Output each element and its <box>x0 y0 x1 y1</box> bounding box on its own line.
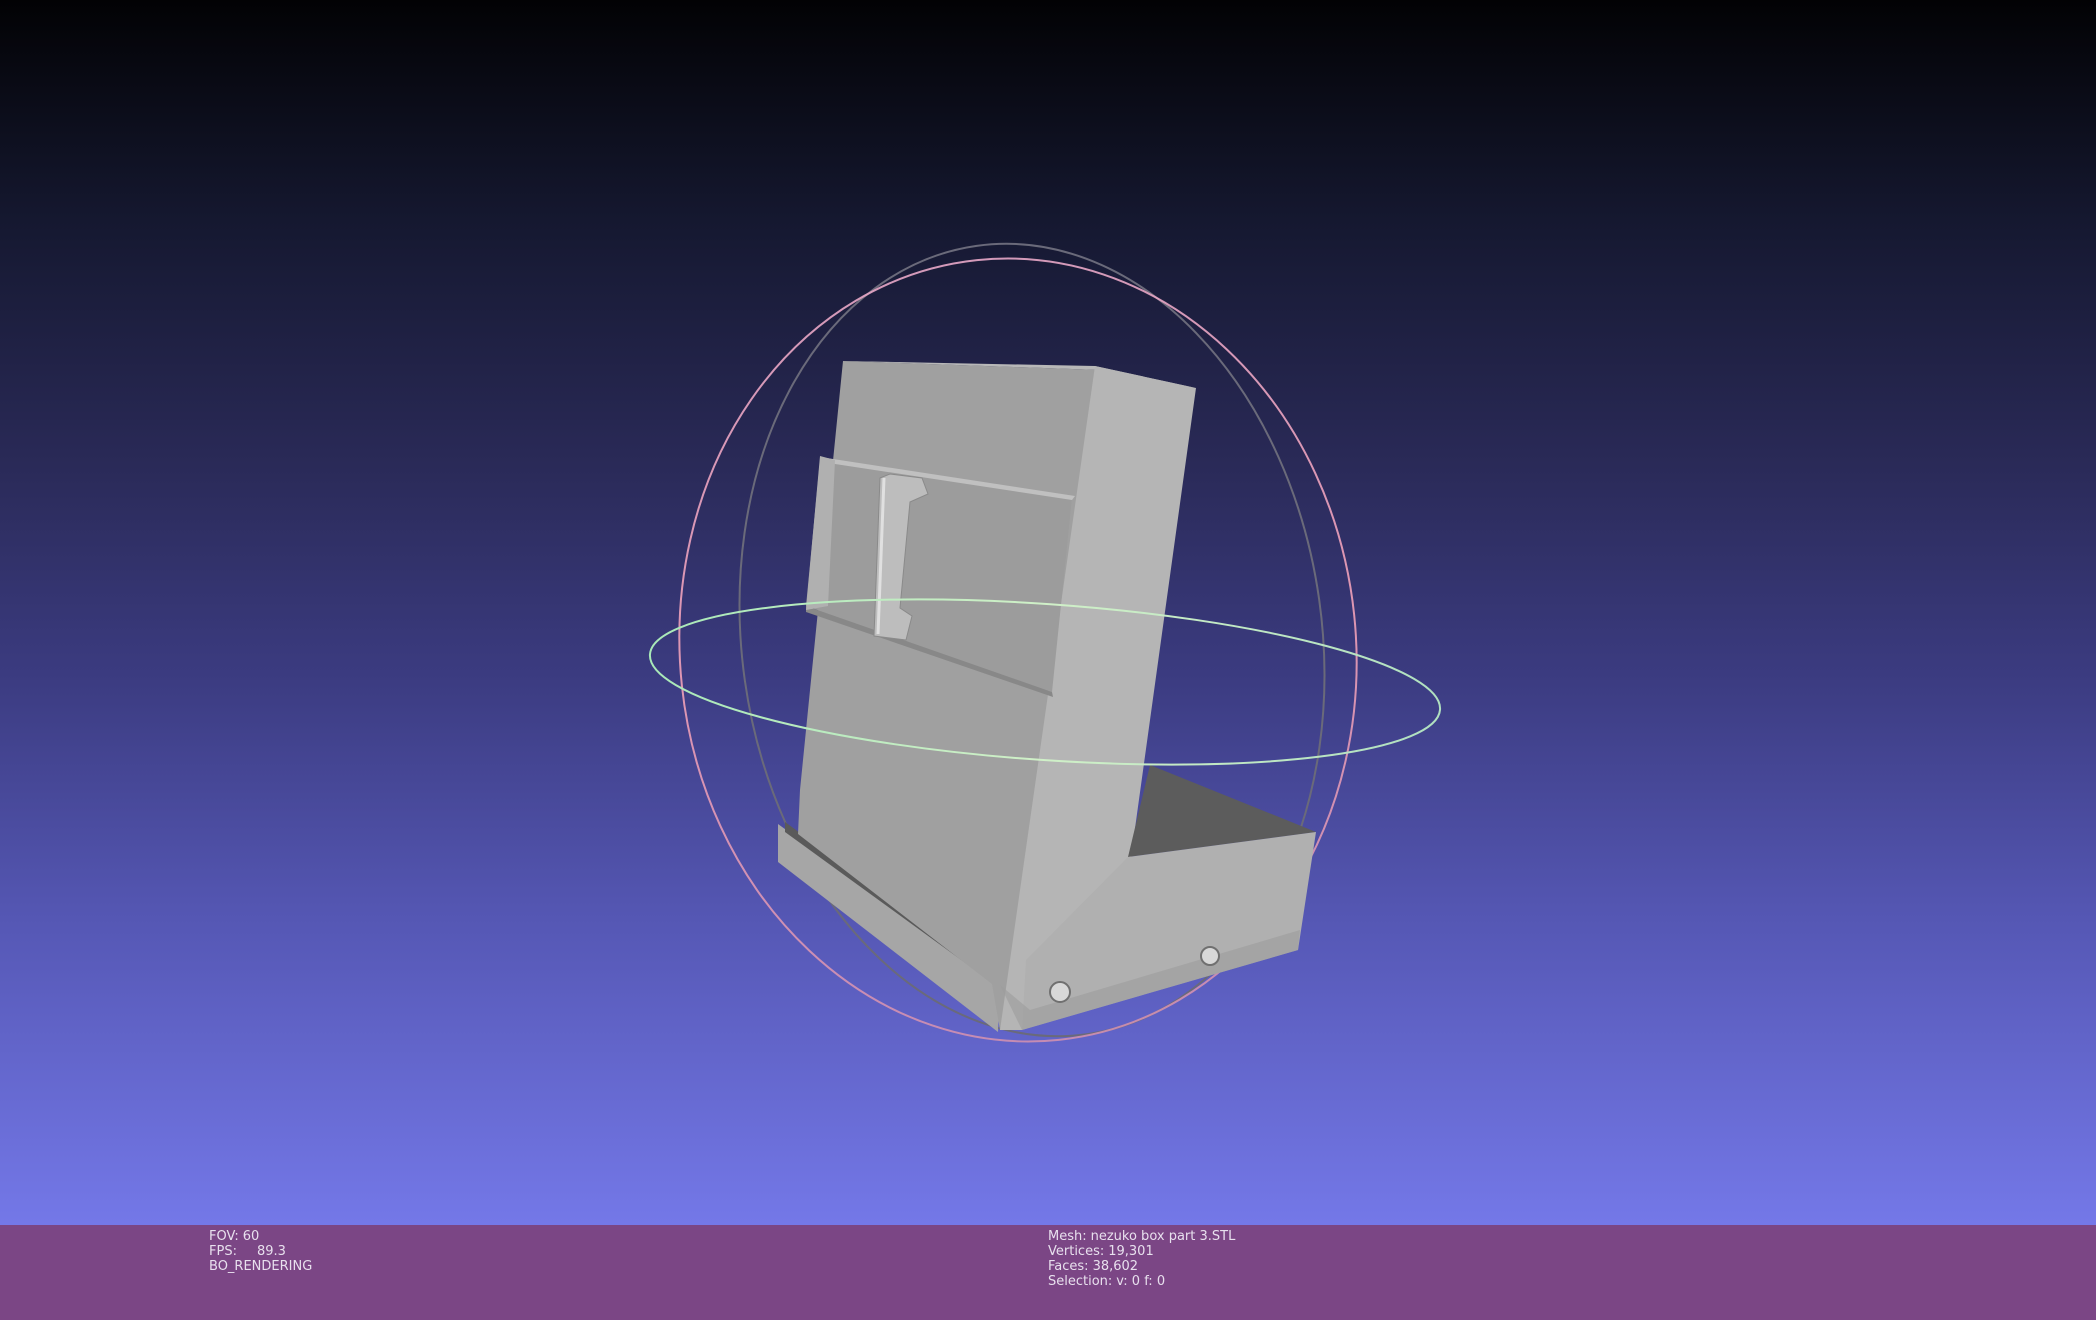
render-info: FOV: 60 FPS: 89.3 BO_RENDERING <box>209 1229 312 1274</box>
info-bar: FOV: 60 FPS: 89.3 BO_RENDERING Mesh: nez… <box>0 1225 2096 1320</box>
fps-line: FPS: 89.3 <box>209 1244 312 1259</box>
vertices-line: Vertices: 19,301 <box>1048 1244 1235 1259</box>
mesh-label: Mesh: <box>1048 1229 1087 1244</box>
render-mode: BO_RENDERING <box>209 1259 312 1274</box>
mesh-info: Mesh: nezuko box part 3.STL Vertices: 19… <box>1048 1229 1235 1289</box>
fov-line: FOV: 60 <box>209 1229 312 1244</box>
mesh-name-line: Mesh: nezuko box part 3.STL <box>1048 1229 1235 1244</box>
fov-label: FOV: <box>209 1229 239 1244</box>
mesh-scene[interactable] <box>0 0 2096 1225</box>
fps-label: FPS: <box>209 1244 237 1259</box>
faces-line: Faces: 38,602 <box>1048 1259 1235 1274</box>
mesh-model <box>778 361 1316 1032</box>
fps-value: 89.3 <box>256 1244 286 1259</box>
mesh-hole-2 <box>1200 946 1220 966</box>
fov-value: 60 <box>242 1229 260 1244</box>
vertices-value: 19,301 <box>1108 1244 1154 1259</box>
mesh-hole-1 <box>1049 981 1071 1003</box>
render-mode-label: BO_RENDERING <box>209 1259 313 1274</box>
3d-viewport[interactable] <box>0 0 2096 1225</box>
vertices-label: Vertices: <box>1048 1244 1105 1259</box>
faces-label: Faces: <box>1048 1259 1089 1274</box>
selection-line: Selection: v: 0 f: 0 <box>1048 1274 1235 1289</box>
faces-value: 38,602 <box>1092 1259 1139 1274</box>
selection-value: v: 0 f: 0 <box>1116 1274 1166 1289</box>
selection-label: Selection: <box>1048 1274 1113 1289</box>
mesh-name: nezuko box part 3.STL <box>1090 1229 1236 1244</box>
